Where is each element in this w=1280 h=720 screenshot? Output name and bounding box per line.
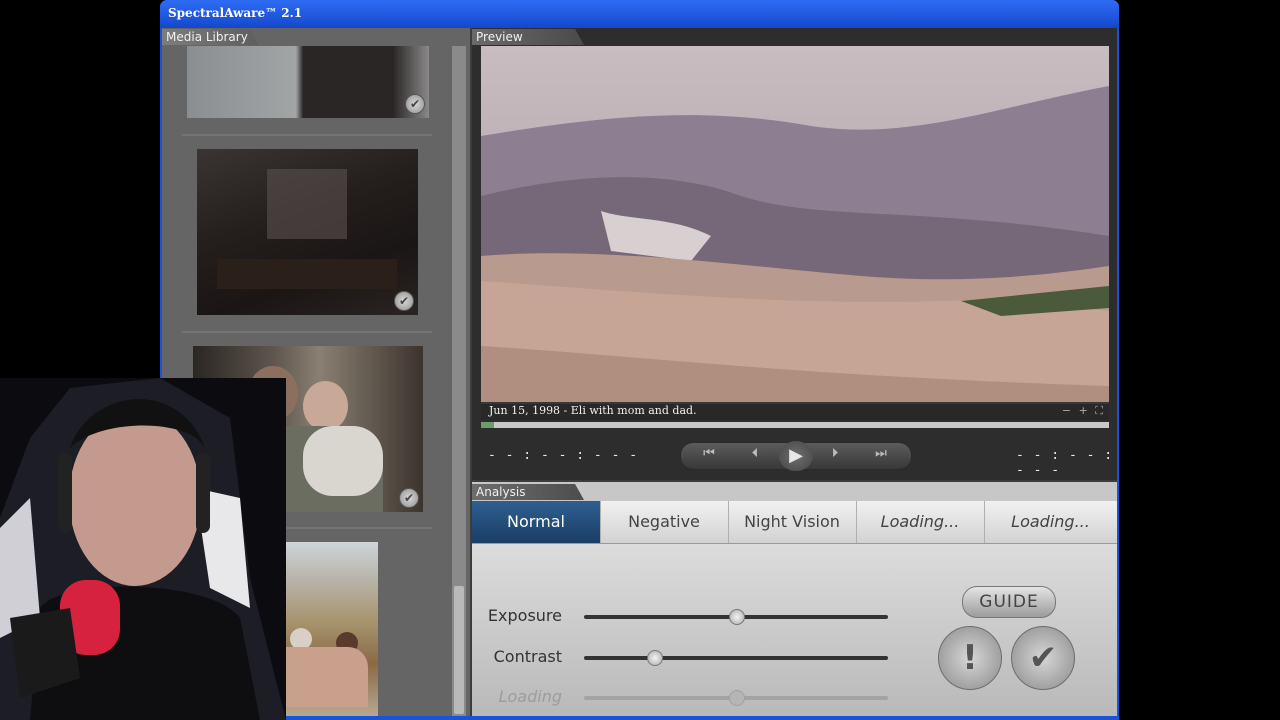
mode-loading-tab[interactable]: Loading...: [984, 501, 1117, 543]
current-time: - - : - - : - - -: [488, 448, 639, 463]
loading-slider-label: Loading: [498, 687, 562, 706]
webcam-overlay: [0, 378, 286, 720]
streamer-image: [0, 378, 286, 720]
exposure-slider-knob[interactable]: [729, 609, 745, 625]
guide-button[interactable]: GUIDE: [962, 586, 1056, 618]
loading-slider[interactable]: [584, 690, 888, 706]
analysis-label: Analysis: [472, 484, 584, 500]
playback-progress[interactable]: [481, 422, 1109, 428]
contrast-slider-knob[interactable]: [646, 650, 663, 666]
media-library-label: Media Library: [162, 29, 258, 45]
window-title: SpectralAware™ 2.1: [168, 6, 303, 20]
checked-icon[interactable]: ✔: [394, 291, 414, 311]
exposure-slider[interactable]: [584, 609, 888, 625]
video-caption: Jun 15, 1998 - Eli with mom and dad.: [489, 404, 697, 417]
confirm-button[interactable]: ✔: [1011, 626, 1075, 690]
video-frame[interactable]: [481, 46, 1109, 404]
exposure-label: Exposure: [487, 606, 562, 625]
divider: [182, 134, 432, 136]
progress-fill: [481, 422, 494, 428]
caption-bar: Jun 15, 1998 - Eli with mom and dad. − +…: [481, 402, 1109, 420]
media-library-scrollbar[interactable]: [452, 46, 466, 716]
preview-panel: Preview Jun 15, 1998 - Eli with mom and …: [472, 28, 1117, 480]
analysis-mode-bar: Normal Negative Night Vision Loading... …: [472, 501, 1117, 544]
mode-loading-tab[interactable]: Loading...: [856, 501, 985, 543]
play-icon[interactable]: ▶: [779, 441, 813, 471]
transport-controls: ⏮ ⏴ ▶ ⏵ ⏭: [680, 441, 912, 471]
adjustment-controls: Exposure Contrast Loading GUIDE ! ✔: [472, 544, 1117, 716]
scrollbar-thumb[interactable]: [454, 586, 464, 714]
zoom-controls[interactable]: − + ⛶: [1062, 404, 1105, 418]
media-thumbnail[interactable]: ✔: [197, 149, 418, 315]
checked-icon[interactable]: ✔: [405, 94, 425, 114]
divider: [182, 331, 432, 333]
loading-slider-knob[interactable]: [729, 690, 745, 706]
app-window: SpectralAware™ 2.1 Media Library ✔ ✔ ✔ P…: [160, 0, 1119, 720]
preview-label: Preview: [472, 29, 584, 45]
mode-negative-tab[interactable]: Negative: [600, 501, 729, 543]
contrast-label: Contrast: [493, 647, 562, 666]
mode-normal-tab[interactable]: Normal: [472, 501, 601, 543]
client-area: Media Library ✔ ✔ ✔ Preview Jun 15, 1998…: [162, 28, 1117, 716]
checked-icon[interactable]: ✔: [399, 488, 419, 508]
step-back-icon[interactable]: ⏴: [741, 446, 769, 461]
contrast-slider[interactable]: [584, 650, 888, 666]
video-still-image: [481, 46, 1109, 404]
media-thumbnail[interactable]: ✔: [187, 46, 429, 118]
title-bar[interactable]: SpectralAware™ 2.1: [160, 0, 1119, 28]
mode-night-vision-tab[interactable]: Night Vision: [728, 501, 857, 543]
skip-to-start-icon[interactable]: ⏮: [695, 446, 723, 461]
step-forward-icon[interactable]: ⏵: [821, 446, 849, 461]
total-time: - - : - - : - - -: [1016, 448, 1114, 478]
skip-to-end-icon[interactable]: ⏭: [867, 446, 895, 461]
alert-button[interactable]: !: [938, 626, 1002, 690]
analysis-panel: Analysis Normal Negative Night Vision Lo…: [472, 482, 1117, 716]
